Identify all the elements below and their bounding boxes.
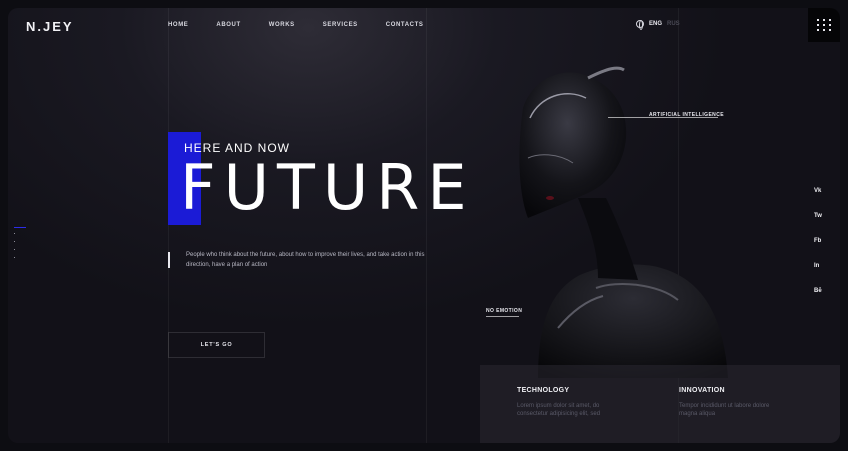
guide-line <box>426 8 427 443</box>
grid-dot-icon <box>822 29 825 31</box>
grid-dot-icon <box>816 24 819 26</box>
menu-grid-button[interactable] <box>808 8 840 42</box>
feature-innovation: INNOVATION Tempor incididunt ut labore d… <box>679 387 789 418</box>
social-links: Vk Tw Fb In Bē <box>814 188 822 313</box>
hero-description: People who think about the future, about… <box>186 252 425 268</box>
language-switcher[interactable]: ENG RUS <box>636 20 680 30</box>
lang-current[interactable]: ENG <box>649 21 662 27</box>
hero-headline: FUTURE <box>180 151 475 224</box>
social-twitter[interactable]: Tw <box>814 213 822 219</box>
nav-works[interactable]: WORKS <box>269 22 295 28</box>
pager-dot[interactable] <box>14 249 15 250</box>
social-instagram[interactable]: In <box>814 263 822 269</box>
pager-dot[interactable] <box>14 257 15 258</box>
grid-dot-icon <box>828 29 831 31</box>
logo[interactable]: N.JEY <box>26 19 74 34</box>
social-behance[interactable]: Bē <box>814 288 822 294</box>
pager-dot[interactable] <box>14 233 15 234</box>
grid-dot-icon <box>822 24 825 26</box>
nav-home[interactable]: HOME <box>168 22 188 28</box>
annotation-ai: ARTIFICIAL INTELLIGENCE <box>649 112 724 118</box>
main-nav: HOME ABOUT WORKS SERVICES CONTACTS <box>168 22 451 28</box>
globe-icon <box>636 20 644 30</box>
grid-dot-icon <box>828 19 831 21</box>
grid-dot-icon <box>822 19 825 21</box>
guide-line <box>168 8 169 443</box>
lets-go-button[interactable]: LET'S GO <box>168 332 265 358</box>
grid-dot-icon <box>828 24 831 26</box>
description-bar <box>168 252 170 268</box>
feature-technology: TECHNOLOGY Lorem ipsum dolor sit amet, d… <box>517 387 627 418</box>
nav-services[interactable]: SERVICES <box>323 22 358 28</box>
feature-text: Tempor incididunt ut labore dolore magna… <box>679 403 770 417</box>
page-frame: N.JEY HOME ABOUT WORKS SERVICES CONTACTS… <box>8 8 840 443</box>
robot-figure-image <box>478 48 758 378</box>
grid-dot-icon <box>816 19 819 21</box>
slide-pager <box>14 227 26 265</box>
pager-active[interactable] <box>14 227 26 228</box>
lang-alt[interactable]: RUS <box>667 21 680 27</box>
social-facebook[interactable]: Fb <box>814 238 822 244</box>
feature-title: INNOVATION <box>679 387 725 394</box>
annotation-line <box>486 316 519 317</box>
social-vk[interactable]: Vk <box>814 188 822 194</box>
feature-text: Lorem ipsum dolor sit amet, do consectet… <box>517 403 601 417</box>
features-panel: TECHNOLOGY Lorem ipsum dolor sit amet, d… <box>480 365 840 443</box>
nav-about[interactable]: ABOUT <box>216 22 240 28</box>
pager-dot[interactable] <box>14 241 15 242</box>
grid-dot-icon <box>816 29 819 31</box>
feature-title: TECHNOLOGY <box>517 387 570 394</box>
annotation-emotion: NO EMOTION <box>486 308 523 314</box>
nav-contacts[interactable]: CONTACTS <box>386 22 424 28</box>
